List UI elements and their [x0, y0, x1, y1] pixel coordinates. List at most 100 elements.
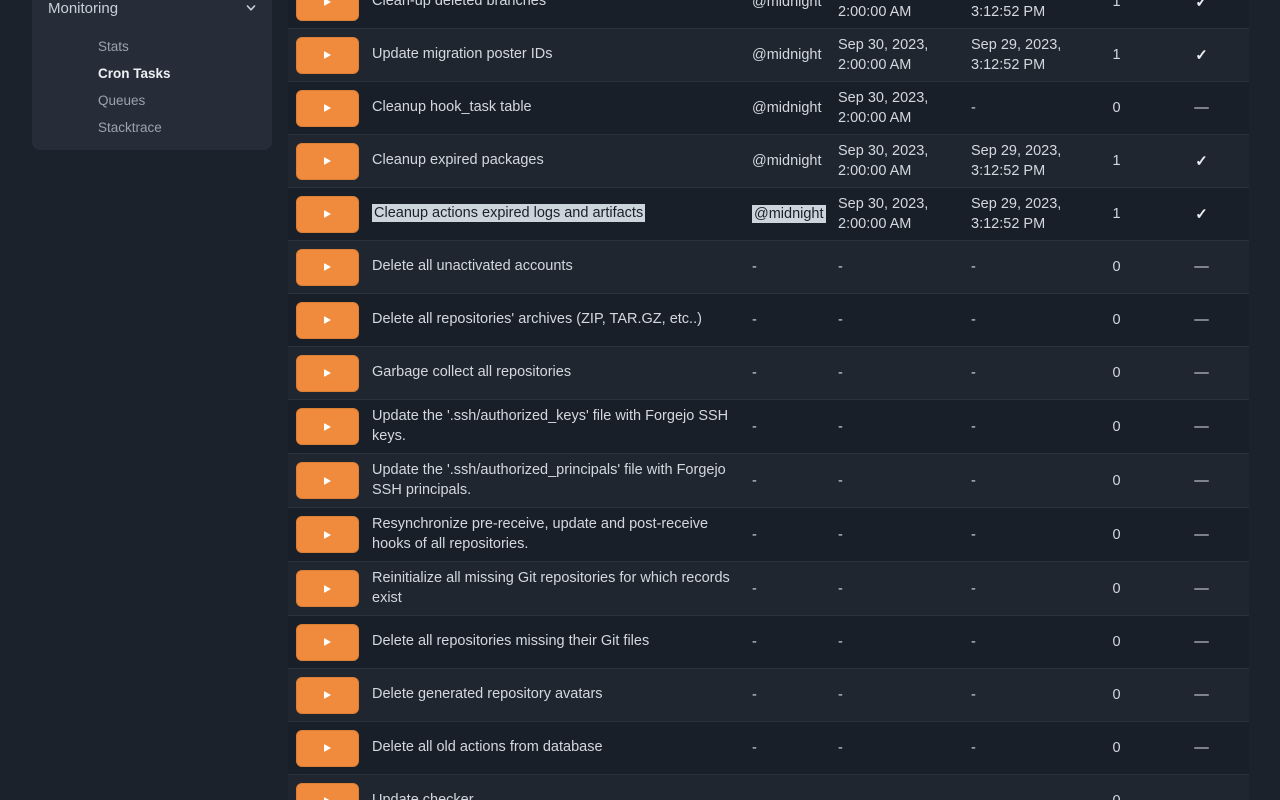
task-last-run: -	[962, 310, 1079, 330]
task-schedule: -	[752, 259, 757, 275]
task-schedule: -	[752, 740, 757, 756]
task-status-icon: —	[1154, 365, 1249, 381]
task-next-run: -	[830, 471, 962, 491]
play-icon	[324, 638, 331, 646]
task-last-run: -	[962, 685, 1079, 705]
run-task-button[interactable]	[296, 516, 359, 553]
table-row: Delete generated repository avatars - - …	[288, 669, 1249, 722]
sidebar-item-queues[interactable]: Queues	[98, 92, 145, 109]
run-task-button[interactable]	[296, 783, 359, 800]
run-task-button[interactable]	[296, 730, 359, 767]
admin-monitoring-page: Monitoring Stats Cron Tasks Queues Stack…	[0, 0, 1280, 800]
task-next-run: -	[830, 417, 962, 437]
run-task-button[interactable]	[296, 462, 359, 499]
table-row: Delete all repositories missing their Gi…	[288, 616, 1249, 669]
task-name: Resynchronize pre-receive, update and po…	[372, 516, 708, 552]
task-status-icon: —	[1154, 740, 1249, 756]
task-last-run: -	[962, 257, 1079, 277]
table-row: Cleanup hook_task table @midnight Sep 30…	[288, 82, 1249, 135]
task-schedule: -	[752, 473, 757, 489]
task-next-run: -	[830, 310, 962, 330]
chevron-down-icon	[244, 1, 258, 15]
sidebar-section-label: Monitoring	[48, 0, 118, 17]
task-exec-count: 0	[1079, 365, 1154, 381]
task-exec-count: 0	[1079, 634, 1154, 650]
task-schedule: @midnight	[752, 0, 822, 10]
run-task-button[interactable]	[296, 249, 359, 286]
task-last-run: -	[962, 363, 1079, 383]
task-name: Update migration poster IDs	[372, 46, 553, 62]
run-task-button[interactable]	[296, 302, 359, 339]
task-schedule: -	[752, 312, 757, 328]
task-name: Delete all unactivated accounts	[372, 258, 573, 274]
task-exec-count: 1	[1079, 206, 1154, 222]
task-status-icon: —	[1154, 581, 1249, 597]
table-row: Delete all old actions from database - -…	[288, 722, 1249, 775]
task-last-run: -	[962, 525, 1079, 545]
run-task-button[interactable]	[296, 90, 359, 127]
task-status-icon: —	[1154, 527, 1249, 543]
table-row: Cleanup expired packages @midnight Sep 3…	[288, 135, 1249, 188]
play-icon	[324, 51, 331, 59]
sidebar-item-cron-tasks[interactable]: Cron Tasks	[98, 65, 171, 82]
play-icon	[324, 744, 331, 752]
task-last-run: -	[962, 417, 1079, 437]
task-exec-count: 1	[1079, 153, 1154, 169]
task-name: Garbage collect all repositories	[372, 364, 571, 380]
task-status-icon: ✓	[1154, 0, 1249, 11]
play-icon	[324, 316, 331, 324]
run-task-button[interactable]	[296, 677, 359, 714]
task-next-run: -	[830, 363, 962, 383]
play-icon	[324, 157, 331, 165]
table-row: Garbage collect all repositories - - - 0…	[288, 347, 1249, 400]
task-exec-count: 0	[1079, 259, 1154, 275]
task-last-run: Sep 29, 2023, 3:12:52 PM	[962, 0, 1079, 22]
task-status-icon: —	[1154, 473, 1249, 489]
task-name: Update checker	[372, 792, 474, 800]
run-task-button[interactable]	[296, 0, 359, 21]
task-name: Delete generated repository avatars	[372, 686, 603, 702]
task-status-icon: ✓	[1154, 46, 1249, 64]
run-task-button[interactable]	[296, 196, 359, 233]
play-icon	[324, 263, 331, 271]
task-schedule: -	[752, 419, 757, 435]
task-exec-count: 1	[1079, 0, 1154, 10]
task-schedule: @midnight	[752, 100, 822, 116]
run-task-button[interactable]	[296, 37, 359, 74]
run-task-button[interactable]	[296, 143, 359, 180]
table-row: Update the '.ssh/authorized_keys' file w…	[288, 400, 1249, 454]
table-row: Clean-up deleted branches @midnight Sep …	[288, 0, 1249, 29]
run-task-button[interactable]	[296, 624, 359, 661]
task-status-icon: —	[1154, 419, 1249, 435]
task-status-icon: —	[1154, 312, 1249, 328]
table-row: Delete all unactivated accounts - - - 0 …	[288, 241, 1249, 294]
table-row: Update checker - - - 0 —	[288, 775, 1249, 800]
sidebar-item-stats[interactable]: Stats	[98, 38, 129, 55]
task-schedule: @midnight	[752, 205, 826, 223]
task-status-icon: —	[1154, 634, 1249, 650]
sidebar-section-monitoring[interactable]: Monitoring	[48, 0, 258, 18]
play-icon	[324, 423, 331, 431]
play-icon	[324, 691, 331, 699]
monitoring-sidebar: Monitoring Stats Cron Tasks Queues Stack…	[32, 0, 272, 150]
task-last-run: -	[962, 632, 1079, 652]
task-status-icon: —	[1154, 259, 1249, 275]
task-next-run: -	[830, 685, 962, 705]
task-last-run: Sep 29, 2023, 3:12:52 PM	[962, 35, 1079, 75]
task-next-run: Sep 30, 2023, 2:00:00 AM	[830, 88, 962, 128]
run-task-button[interactable]	[296, 408, 359, 445]
sidebar-item-stacktrace[interactable]: Stacktrace	[98, 119, 162, 136]
task-name: Update the '.ssh/authorized_keys' file w…	[372, 408, 728, 444]
run-task-button[interactable]	[296, 355, 359, 392]
task-next-run: Sep 30, 2023, 2:00:00 AM	[830, 35, 962, 75]
run-task-button[interactable]	[296, 570, 359, 607]
task-name: Delete all old actions from database	[372, 739, 603, 755]
play-icon	[324, 104, 331, 112]
task-name: Delete all repositories missing their Gi…	[372, 633, 649, 649]
task-schedule: @midnight	[752, 47, 822, 63]
task-schedule: -	[752, 687, 757, 703]
task-schedule: -	[752, 527, 757, 543]
task-last-run: -	[962, 98, 1079, 118]
task-last-run: -	[962, 471, 1079, 491]
task-schedule: -	[752, 581, 757, 597]
